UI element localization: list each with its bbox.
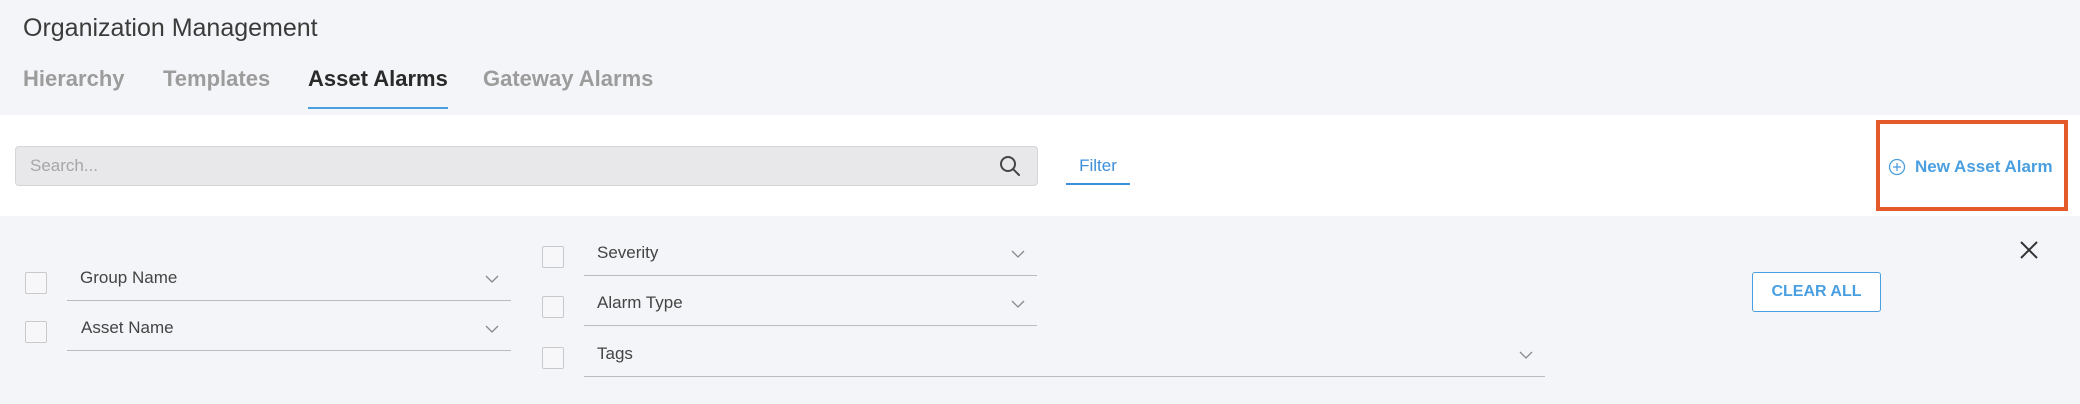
new-asset-alarm-label: New Asset Alarm bbox=[1915, 157, 2053, 176]
tab-gateway-alarms[interactable]: Gateway Alarms bbox=[483, 66, 653, 112]
plus-circle-icon bbox=[1888, 158, 1906, 176]
tags-dropdown[interactable]: Tags bbox=[584, 337, 1545, 377]
group-name-checkbox[interactable] bbox=[25, 272, 47, 294]
search-icon[interactable] bbox=[999, 155, 1021, 177]
tab-asset-alarms[interactable]: Asset Alarms bbox=[308, 66, 448, 112]
clear-all-button[interactable]: CLEAR ALL bbox=[1752, 272, 1881, 312]
tags-label: Tags bbox=[597, 344, 633, 363]
chevron-down-icon bbox=[485, 275, 499, 283]
toolbar: Filter New Asset Alarm bbox=[0, 115, 2080, 216]
group-name-label: Group Name bbox=[80, 268, 178, 287]
severity-checkbox[interactable] bbox=[542, 246, 564, 268]
search-box bbox=[15, 146, 1038, 186]
chevron-down-icon bbox=[1011, 250, 1025, 258]
alarm-type-label: Alarm Type bbox=[597, 293, 683, 312]
alarm-type-dropdown[interactable]: Alarm Type bbox=[584, 286, 1037, 326]
group-name-dropdown[interactable]: Group Name bbox=[67, 261, 511, 301]
asset-name-dropdown[interactable]: Asset Name bbox=[67, 311, 511, 351]
asset-name-checkbox[interactable] bbox=[25, 321, 47, 343]
asset-name-label: Asset Name bbox=[81, 318, 174, 337]
severity-dropdown[interactable]: Severity bbox=[584, 236, 1037, 276]
alarm-type-checkbox[interactable] bbox=[542, 296, 564, 318]
filter-panel: Group Name Asset Name Severity Alarm Typ… bbox=[0, 216, 2080, 404]
severity-label: Severity bbox=[597, 243, 659, 262]
chevron-down-icon bbox=[485, 325, 499, 333]
tab-hierarchy[interactable]: Hierarchy bbox=[23, 66, 125, 112]
page-header: Organization Management Hierarchy Templa… bbox=[0, 0, 2080, 115]
search-input[interactable] bbox=[16, 147, 976, 185]
page-title: Organization Management bbox=[23, 14, 318, 42]
new-asset-alarm-highlight: New Asset Alarm bbox=[1876, 120, 2068, 211]
close-icon[interactable] bbox=[2018, 239, 2040, 261]
tab-templates[interactable]: Templates bbox=[163, 66, 270, 112]
chevron-down-icon bbox=[1011, 300, 1025, 308]
chevron-down-icon bbox=[1519, 351, 1533, 359]
tags-checkbox[interactable] bbox=[542, 347, 564, 369]
new-asset-alarm-button[interactable]: New Asset Alarm bbox=[1888, 154, 2053, 180]
filter-button[interactable]: Filter bbox=[1066, 153, 1130, 185]
